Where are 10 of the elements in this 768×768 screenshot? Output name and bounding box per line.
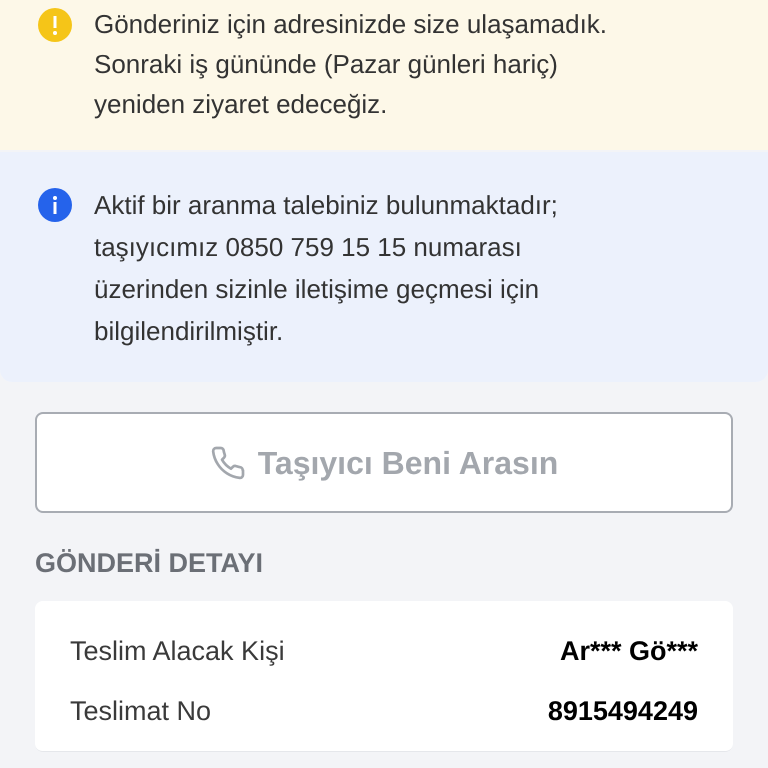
detail-label: Teslim Alacak Kişi — [70, 634, 285, 668]
detail-value: Ar*** Gö*** — [560, 634, 698, 668]
warning-icon — [38, 8, 72, 42]
detail-value: 8915494249 — [548, 694, 698, 728]
info-message: Aktif bir aranma talebiniz bulunmaktadır; taşıyıcımız 0850 759 15 15 numarası üzerinden sizinle iletişime geçmesi için bilgilendirilmiştir. — [94, 189, 558, 348]
info-icon — [38, 188, 72, 222]
warning-message: Gönderiniz için adresinizde size ulaşamadık. Sonraki iş gününde (Pazar günleri hariç) yeniden ziyaret edeceğiz. — [94, 8, 608, 121]
section-title: GÖNDERİ DETAYI — [35, 547, 264, 580]
detail-label: Teslimat No — [70, 694, 212, 728]
phone-icon — [210, 444, 246, 480]
